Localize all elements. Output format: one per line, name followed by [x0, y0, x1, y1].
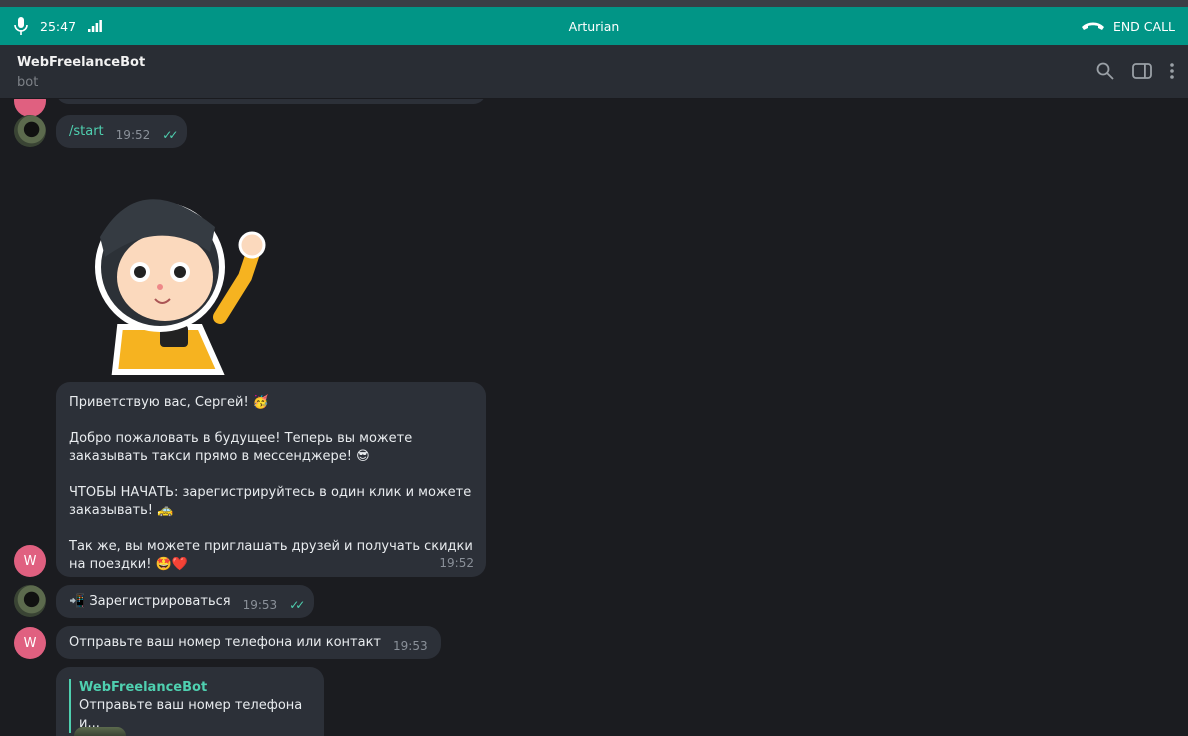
contact-photo [74, 727, 126, 736]
read-checkmarks-icon: ✓✓ [289, 597, 305, 612]
message-welcome: Приветствую вас, Сергей! 🥳 Добро пожалов… [56, 382, 486, 577]
message-contact-reply: WebFreelanceBot Отправьте ваш номер теле… [56, 667, 324, 736]
user-avatar [14, 115, 46, 147]
call-bar[interactable]: 25:47 Arturian END CALL [0, 7, 1188, 45]
previous-message [56, 99, 486, 104]
hang-up-icon [1081, 22, 1104, 30]
window-top-strip [0, 0, 1188, 7]
reply-quote[interactable]: WebFreelanceBot Отправьте ваш номер теле… [69, 679, 311, 733]
message-start: /start 19:52 ✓✓ [56, 115, 188, 148]
user-avatar [14, 585, 46, 617]
bot-avatar: W [14, 627, 46, 659]
bot-avatar: W [14, 545, 46, 577]
message-list[interactable]: /start 19:52 ✓✓ W Приветствую вас, Серге… [0, 99, 1188, 736]
chat-title: WebFreelanceBot [17, 55, 146, 70]
read-checkmarks-icon: ✓✓ [162, 127, 178, 142]
message-send-phone: Отправьте ваш номер телефона или контакт… [56, 626, 441, 659]
sidebar-toggle-icon[interactable] [1132, 63, 1152, 79]
chat-header[interactable]: WebFreelanceBot bot [0, 45, 1188, 99]
search-icon[interactable] [1096, 62, 1114, 80]
sticker-image [95, 199, 266, 375]
more-options-icon[interactable] [1170, 63, 1174, 79]
end-call-button[interactable]: END CALL [1081, 19, 1175, 34]
command-link[interactable]: /start [69, 123, 104, 141]
call-peer-name: Arturian [568, 18, 620, 34]
message-register: 📲 Зарегистрироваться 19:53 ✓✓ [56, 585, 315, 618]
chat-subtitle: bot [17, 75, 39, 90]
